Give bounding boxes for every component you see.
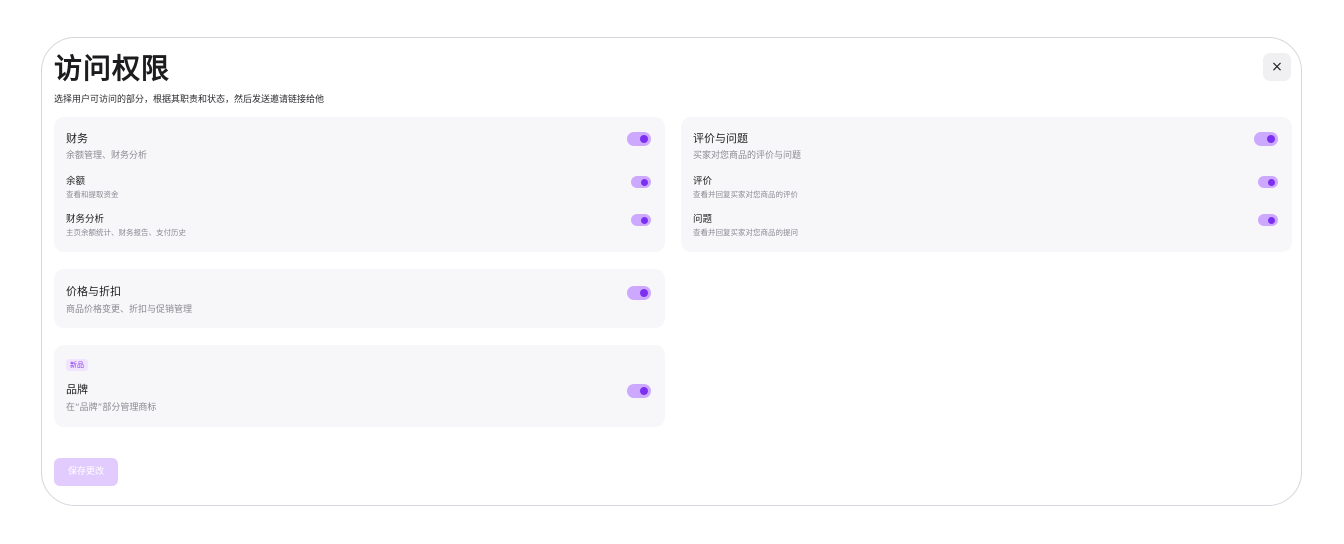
pricing-toggle[interactable]: [627, 286, 651, 300]
close-icon: ×: [1271, 59, 1283, 75]
brand-title: 品牌: [66, 383, 88, 396]
questions-row: 问题 查看并回复买家对您商品的提问: [681, 207, 1292, 239]
toggle-knob: [640, 135, 648, 143]
dialog-title: 访问权限: [54, 52, 171, 85]
financial-analysis-toggle[interactable]: [631, 214, 651, 226]
finance-title: 财务: [66, 132, 88, 145]
brand-card: 新品 品牌 在“品牌”部分管理商标: [54, 345, 665, 427]
pricing-section-row: 价格与折扣 商品价格变更、折扣与促销管理: [54, 269, 665, 328]
balance-label: 余额: [66, 176, 86, 187]
finance-toggle[interactable]: [627, 132, 651, 146]
reviews-title: 评价与问题: [693, 132, 748, 145]
finance-section-row: 财务 余额管理、财务分析: [54, 117, 665, 163]
brand-desc: 在“品牌”部分管理商标: [66, 403, 157, 413]
toggle-knob: [1268, 216, 1275, 224]
pricing-title: 价格与折扣: [66, 285, 121, 298]
new-badge: 新品: [66, 359, 88, 371]
ratings-desc: 查看并回复买家对您商品的评价: [693, 190, 798, 199]
reviews-toggle[interactable]: [1254, 132, 1278, 146]
access-permissions-dialog: 访问权限 选择用户可访问的部分，根据其职责和状态，然后发送邀请链接给他 × 财务…: [41, 37, 1302, 506]
close-button[interactable]: ×: [1263, 53, 1291, 81]
balance-desc: 查看和提取资金: [66, 190, 119, 199]
balance-toggle[interactable]: [631, 176, 651, 188]
reviews-section-row: 评价与问题 买家对您商品的评价与问题: [681, 117, 1292, 163]
brand-toggle[interactable]: [627, 384, 651, 398]
save-changes-button[interactable]: 保存更改: [54, 458, 118, 486]
dialog-subtitle: 选择用户可访问的部分，根据其职责和状态，然后发送邀请链接给他: [54, 95, 325, 105]
questions-label: 问题: [693, 214, 713, 225]
financial-analysis-label: 财务分析: [66, 214, 105, 225]
ratings-label: 评价: [693, 176, 713, 187]
toggle-knob: [641, 216, 648, 224]
questions-desc: 查看并回复买家对您商品的提问: [693, 228, 798, 237]
brand-section-row: 品牌 在“品牌”部分管理商标: [54, 375, 665, 419]
balance-row: 余额 查看和提取资金: [54, 169, 665, 201]
questions-toggle[interactable]: [1258, 214, 1278, 226]
ratings-toggle[interactable]: [1258, 176, 1278, 188]
reviews-card: 评价与问题 买家对您商品的评价与问题 评价 查看并回复买家对您商品的评价 问题 …: [681, 117, 1292, 252]
toggle-knob: [1268, 178, 1275, 186]
pricing-card: 价格与折扣 商品价格变更、折扣与促销管理: [54, 269, 665, 328]
ratings-row: 评价 查看并回复买家对您商品的评价: [681, 169, 1292, 201]
toggle-knob: [640, 387, 648, 395]
toggle-knob: [641, 178, 648, 186]
finance-card: 财务 余额管理、财务分析 余额 查看和提取资金 财务分析 主页余额统计、财务报告…: [54, 117, 665, 252]
financial-analysis-row: 财务分析 主页余额统计、财务报告、支付历史: [54, 207, 665, 239]
financial-analysis-desc: 主页余额统计、财务报告、支付历史: [66, 228, 186, 237]
pricing-desc: 商品价格变更、折扣与促销管理: [66, 305, 193, 315]
toggle-knob: [640, 289, 648, 297]
finance-desc: 余额管理、财务分析: [66, 151, 148, 161]
reviews-desc: 买家对您商品的评价与问题: [693, 151, 802, 161]
toggle-knob: [1267, 135, 1275, 143]
